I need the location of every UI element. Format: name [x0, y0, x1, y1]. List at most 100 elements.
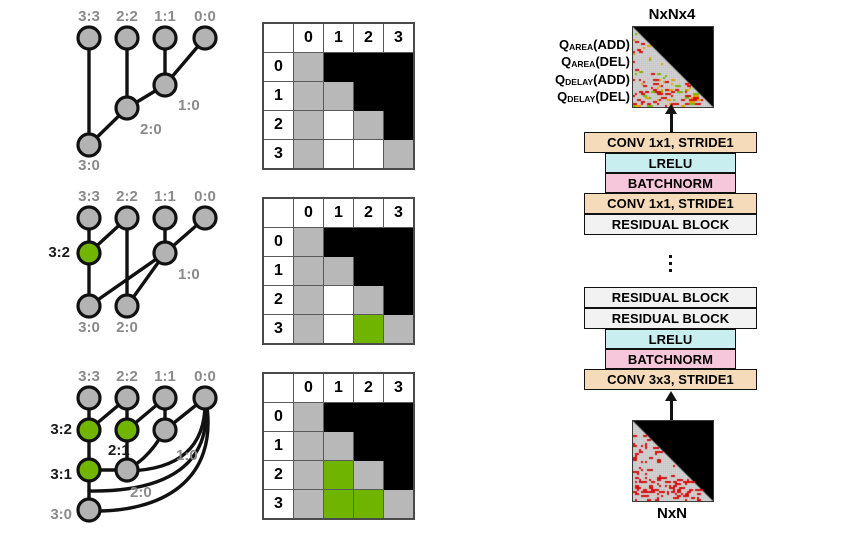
matrix-col-header: 3 [383, 372, 415, 403]
matrix-cell [353, 402, 384, 432]
q-label-area-del: QAREA(DEL) [561, 54, 630, 70]
matrix-corner-cell [262, 372, 294, 403]
matrix-row-header: 1 [262, 81, 294, 111]
graph-node-label: 2:2 [116, 368, 138, 385]
graph-step-0-svg: 3:3 2:2 1:1 0:0 1:0 2:0 3:0 [76, 8, 218, 174]
output-matrix-image [632, 26, 714, 108]
graph-node-highlighted [76, 240, 102, 266]
matrix-cell [383, 110, 415, 140]
graph-node-highlighted [76, 417, 102, 443]
q-label-delay-del: QDELAY(DEL) [557, 88, 630, 104]
graph-node-label: 1:1 [154, 188, 176, 205]
graph-node [76, 25, 102, 51]
matrix-cell [293, 139, 324, 170]
graph-node-label-highlighted: 3:2 [48, 244, 70, 261]
matrix-col-header: 3 [383, 197, 415, 228]
matrix-row-header: 2 [262, 285, 294, 315]
matrix-cell [293, 314, 324, 345]
matrix-header-row: 0123 [262, 197, 415, 228]
matrix-cell [353, 460, 384, 490]
graph-node-label: 3:3 [78, 368, 100, 385]
graph-node [152, 240, 178, 266]
graph-node [152, 385, 178, 411]
graph-node-label: 1:0 [176, 447, 198, 464]
matrix-cell [353, 81, 384, 111]
graph-node [114, 457, 140, 483]
graph-node [76, 497, 102, 523]
matrix-cell [383, 52, 415, 82]
matrix-cell [293, 256, 324, 286]
matrix-cell [383, 460, 415, 490]
matrix-cell [383, 489, 415, 520]
layer-conv-1x1-top: CONV 1x1, STRIDE1 [584, 132, 757, 153]
graph-node-label: 3:0 [78, 157, 100, 174]
matrix-col-header: 0 [293, 197, 324, 228]
graph-node-label: 3:3 [78, 188, 100, 205]
input-tensor-label: NxN [656, 505, 687, 522]
matrix-col-header: 1 [323, 372, 354, 403]
matrix-cell [323, 256, 354, 286]
matrix-cell [383, 81, 415, 111]
matrix-row: 1 [262, 256, 415, 286]
graph-node [114, 293, 140, 319]
graph-node [76, 385, 102, 411]
matrix-row-header: 3 [262, 489, 294, 520]
adjacency-matrix-0: 01230123 [262, 22, 415, 170]
graph-node [192, 385, 218, 411]
matrix-col-header: 1 [323, 197, 354, 228]
matrix-cell [323, 139, 354, 170]
matrix-cell [353, 227, 384, 257]
q-label-delay-add: QDELAY(ADD) [555, 71, 630, 87]
graph-panel-0: 3:3 2:2 1:1 0:0 1:0 2:0 3:0 [0, 0, 250, 180]
graph-node [152, 72, 178, 98]
matrix-row: 0 [262, 227, 415, 257]
matrix-row-header: 2 [262, 110, 294, 140]
graph-step-2-svg: 3:3 2:2 1:1 0:0 3:2 2:1 3:1 1:0 2:0 3:0 [50, 368, 218, 523]
graph-step-1-svg: 3:3 2:2 1:1 0:0 3:2 1:0 3:0 2:0 [48, 188, 218, 336]
matrix-body-0: 01230123 [262, 22, 415, 170]
graph-node-label: 2:0 [140, 121, 162, 138]
matrix-cell [293, 52, 324, 82]
graph-node-highlighted [76, 457, 102, 483]
matrix-row-header: 3 [262, 139, 294, 170]
matrix-cell [383, 314, 415, 345]
matrix-cell [323, 285, 354, 315]
matrix-col-header: 2 [353, 372, 384, 403]
matrix-cell [323, 227, 354, 257]
matrix-row: 2 [262, 285, 415, 315]
graph-node [192, 25, 218, 51]
matrix-row: 2 [262, 110, 415, 140]
layer-conv-1x1-second: CONV 1x1, STRIDE1 [584, 193, 757, 214]
matrix-cell [293, 431, 324, 461]
matrix-row: 1 [262, 81, 415, 111]
matrix-row-header: 0 [262, 227, 294, 257]
graph-panel-2: 3:3 2:2 1:1 0:0 3:2 2:1 3:1 1:0 2:0 3:0 [0, 360, 250, 546]
matrix-col-header: 0 [293, 372, 324, 403]
arrow-head-input [665, 391, 677, 401]
graph-node-highlighted [114, 417, 140, 443]
adjacency-matrix-2: 01230123 [262, 372, 415, 520]
adjacency-matrix-1: 01230123 [262, 197, 415, 345]
matrix-cell [293, 227, 324, 257]
graph-node-label: 1:0 [178, 266, 200, 283]
matrix-row-header: 0 [262, 402, 294, 432]
matrix-cell [323, 460, 354, 490]
matrix-header-row: 0123 [262, 372, 415, 403]
graph-node-label-highlighted: 2:1 [108, 442, 130, 459]
matrix-cell [323, 110, 354, 140]
graph-node [114, 25, 140, 51]
matrix-col-header: 3 [383, 22, 415, 53]
graph-node [152, 205, 178, 231]
matrix-cell [323, 52, 354, 82]
matrix-cell [383, 139, 415, 170]
matrix-cell [353, 52, 384, 82]
layer-residual-block-2: RESIDUAL BLOCK [584, 287, 757, 308]
matrix-cell [293, 81, 324, 111]
layer-residual-block-3: RESIDUAL BLOCK [584, 308, 757, 329]
output-tensor-label: NxNx4 [648, 6, 696, 23]
graph-node-label: 1:1 [154, 8, 176, 25]
graph-node-label: 2:0 [130, 484, 152, 501]
matrix-header-row: 0123 [262, 22, 415, 53]
matrix-cell [383, 256, 415, 286]
graph-node-label: 3:0 [78, 319, 100, 336]
